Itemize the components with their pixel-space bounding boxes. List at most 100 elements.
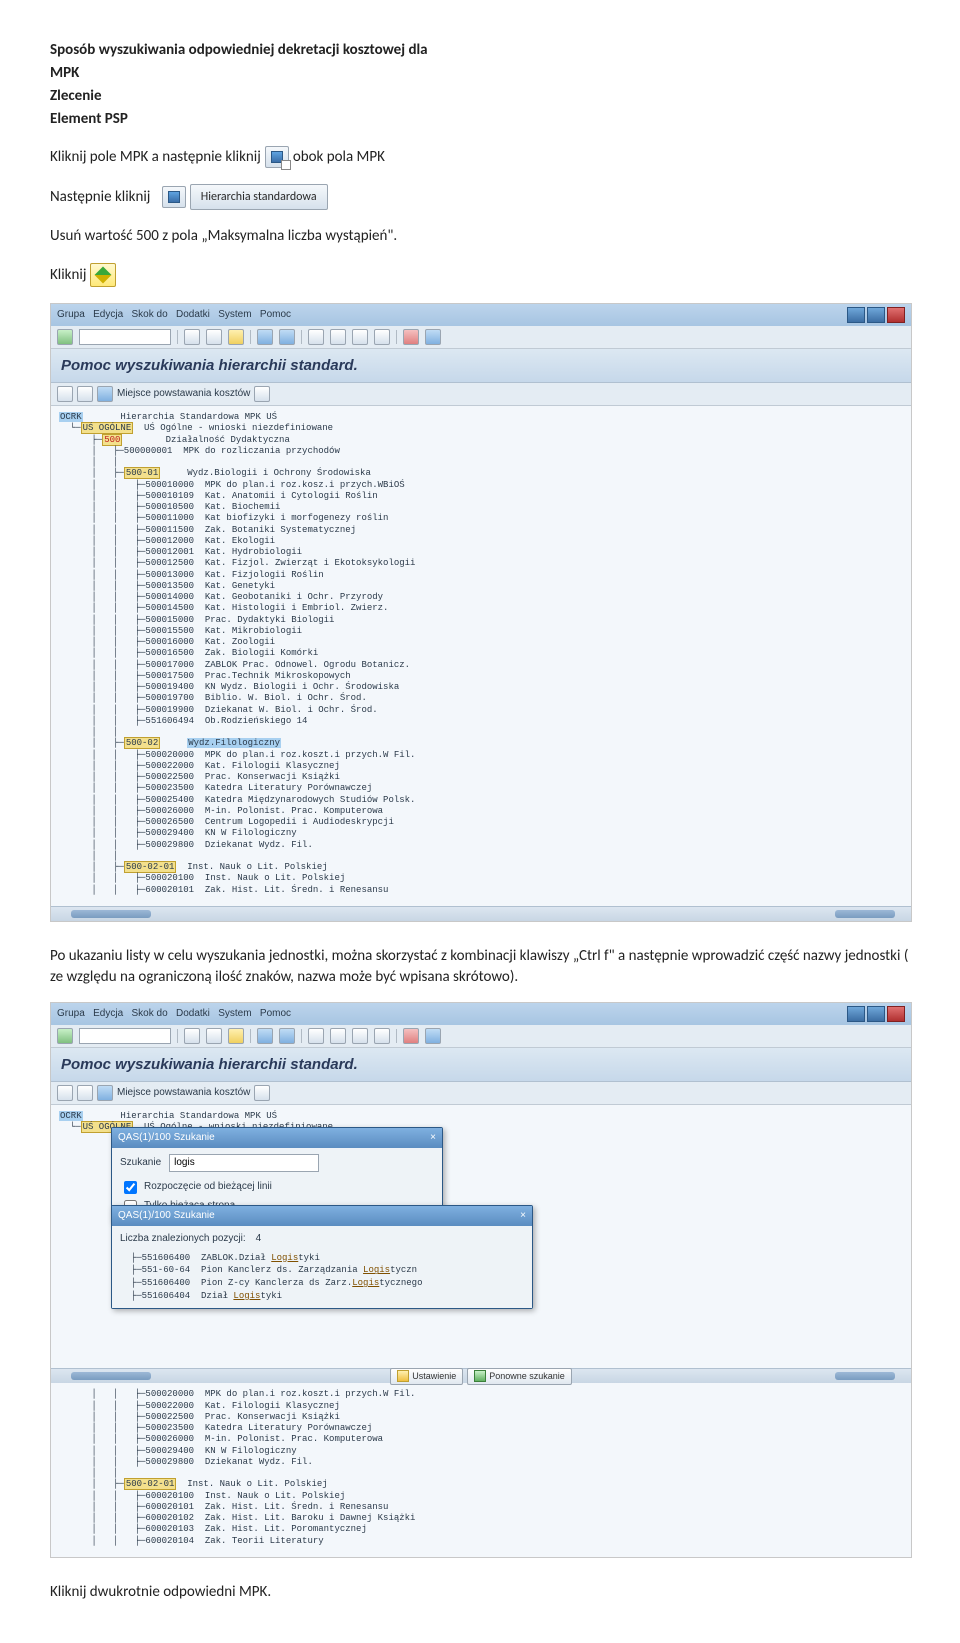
sub-toolbar: Miejsce powstawania kosztów bbox=[51, 383, 911, 406]
tool-first-icon[interactable] bbox=[308, 329, 324, 345]
hierarchy-icon[interactable] bbox=[162, 186, 186, 208]
tree-area: OCRK Hierarchia Standardowa MPK UŚ └─UŚ … bbox=[51, 406, 911, 906]
tool-exit-icon[interactable] bbox=[206, 329, 222, 345]
win-max-icon[interactable] bbox=[867, 1006, 885, 1022]
menu-dodatki[interactable]: Dodatki bbox=[176, 309, 210, 320]
menu-dodatki[interactable]: Dodatki bbox=[176, 1008, 210, 1019]
menu-edycja[interactable]: Edycja bbox=[93, 309, 123, 320]
cmd-field[interactable] bbox=[79, 1028, 171, 1044]
tool-cancel-icon[interactable] bbox=[228, 1028, 244, 1044]
refresh-icon[interactable] bbox=[254, 386, 270, 402]
tool-next-icon[interactable] bbox=[352, 1028, 368, 1044]
sub-tool-icon[interactable] bbox=[57, 1085, 73, 1101]
window-buttons bbox=[847, 1006, 905, 1022]
toolbar-sep bbox=[177, 1029, 178, 1043]
heading-line4: Element PSP bbox=[50, 109, 910, 130]
tool-next-icon[interactable] bbox=[352, 329, 368, 345]
tool-print-icon[interactable] bbox=[257, 329, 273, 345]
tool-ok-icon[interactable] bbox=[57, 329, 73, 345]
instruction-row-1: Kliknij pole MPK a następnie kliknij obo… bbox=[50, 146, 910, 168]
search-results-dialog: QAS(1)/100 Szukanie × Liczba znalezionyc… bbox=[111, 1205, 533, 1309]
win-max-icon[interactable] bbox=[867, 307, 885, 323]
menu-skok[interactable]: Skok do bbox=[132, 1008, 168, 1019]
win-titlebar: Grupa Edycja Skok do Dodatki System Pomo… bbox=[51, 1003, 911, 1025]
setting-button[interactable]: Ustawienie bbox=[390, 1368, 463, 1385]
cmd-field[interactable] bbox=[79, 329, 171, 345]
h-scrollbar[interactable]: Ustawienie Ponowne szukanie bbox=[51, 1368, 911, 1383]
h-scrollbar[interactable] bbox=[51, 906, 911, 921]
sub-tool-icon[interactable] bbox=[97, 386, 113, 402]
tool-cancel-icon[interactable] bbox=[228, 329, 244, 345]
dialog-close-icon[interactable]: × bbox=[520, 1209, 526, 1223]
menu-grupa[interactable]: Grupa bbox=[57, 309, 85, 320]
tool-layout-icon[interactable] bbox=[425, 329, 441, 345]
scroll-thumb[interactable] bbox=[835, 1372, 895, 1380]
search-input[interactable] bbox=[169, 1154, 319, 1172]
execute-icon[interactable] bbox=[90, 263, 116, 287]
main-toolbar bbox=[51, 1025, 911, 1048]
scroll-thumb[interactable] bbox=[835, 910, 895, 918]
scroll-thumb[interactable] bbox=[71, 910, 151, 918]
dialog-title: QAS(1)/100 Szukanie × bbox=[112, 1128, 442, 1148]
win-close-icon[interactable] bbox=[887, 1006, 905, 1022]
toolbar-sep bbox=[177, 330, 178, 344]
found-count-label: Liczba znalezionych pozycji: bbox=[120, 1232, 246, 1246]
menu-pomoc[interactable]: Pomoc bbox=[260, 1008, 291, 1019]
tool-prev-icon[interactable] bbox=[330, 329, 346, 345]
toolbar-sep bbox=[301, 330, 302, 344]
dropdown-icon[interactable] bbox=[265, 146, 289, 168]
win-min-icon[interactable] bbox=[847, 307, 865, 323]
tool-first-icon[interactable] bbox=[308, 1028, 324, 1044]
toolbar-sep bbox=[396, 330, 397, 344]
search-again-button[interactable]: Ponowne szukanie bbox=[467, 1368, 572, 1385]
dialog-close-icon[interactable]: × bbox=[430, 1131, 436, 1145]
found-count-value: 4 bbox=[256, 1232, 262, 1246]
menu-system[interactable]: System bbox=[218, 309, 251, 320]
chk-from-current[interactable]: Rozpoczęcie od bieżącej linii bbox=[120, 1178, 434, 1197]
window-buttons bbox=[847, 307, 905, 323]
tool-help-icon[interactable] bbox=[403, 329, 419, 345]
menu-skok[interactable]: Skok do bbox=[132, 309, 168, 320]
win-min-icon[interactable] bbox=[847, 1006, 865, 1022]
search-label: Szukanie bbox=[120, 1156, 161, 1170]
tool-last-icon[interactable] bbox=[374, 1028, 390, 1044]
text-next-click: Następnie kliknij bbox=[50, 187, 150, 208]
menu-edycja[interactable]: Edycja bbox=[93, 1008, 123, 1019]
menu-grupa[interactable]: Grupa bbox=[57, 1008, 85, 1019]
hierarchy-button[interactable]: Hierarchia standardowa bbox=[190, 184, 328, 210]
sub-tool-icon[interactable] bbox=[77, 1085, 93, 1101]
win-close-icon[interactable] bbox=[887, 307, 905, 323]
tool-print-icon[interactable] bbox=[257, 1028, 273, 1044]
sub-label: Miejsce powstawania kosztów bbox=[117, 1086, 250, 1100]
toolbar-sep bbox=[396, 1029, 397, 1043]
toolbar-sep bbox=[301, 1029, 302, 1043]
dialog-title: QAS(1)/100 Szukanie × bbox=[112, 1206, 532, 1226]
result-list: ├─551606400 ZABLOK.Dział Logistyki ├─551… bbox=[120, 1252, 524, 1302]
text-before-icon: Kliknij pole MPK a następnie kliknij bbox=[50, 147, 261, 168]
refresh-icon[interactable] bbox=[254, 1085, 270, 1101]
menu-system[interactable]: System bbox=[218, 1008, 251, 1019]
sub-tool-icon[interactable] bbox=[77, 386, 93, 402]
tool-exit-icon[interactable] bbox=[206, 1028, 222, 1044]
text-click: Kliknij bbox=[50, 265, 86, 286]
tool-last-icon[interactable] bbox=[374, 329, 390, 345]
tool-find-icon[interactable] bbox=[279, 329, 295, 345]
sub-tool-icon[interactable] bbox=[57, 386, 73, 402]
scroll-thumb[interactable] bbox=[71, 1372, 151, 1380]
tool-back-icon[interactable] bbox=[184, 329, 200, 345]
tool-find-icon[interactable] bbox=[279, 1028, 295, 1044]
tree-area-bottom: │ │ ├─500020000 MPK do plan.i roz.koszt.… bbox=[51, 1383, 911, 1557]
tool-prev-icon[interactable] bbox=[330, 1028, 346, 1044]
instruction-ctrl-f: Po ukazaniu listy w celu wyszukania jedn… bbox=[50, 946, 910, 988]
page-title: Pomoc wyszukiwania hierarchii standard. bbox=[51, 1048, 911, 1082]
menu-row: Grupa Edycja Skok do Dodatki System Pomo… bbox=[57, 308, 291, 322]
tool-back-icon[interactable] bbox=[184, 1028, 200, 1044]
sub-tool-icon[interactable] bbox=[97, 1085, 113, 1101]
tool-help-icon[interactable] bbox=[403, 1028, 419, 1044]
tool-layout-icon[interactable] bbox=[425, 1028, 441, 1044]
menu-pomoc[interactable]: Pomoc bbox=[260, 309, 291, 320]
heading-line3: Zlecenie bbox=[50, 86, 910, 107]
instruction-dblclick: Kliknij dwukrotnie odpowiedni MPK. bbox=[50, 1582, 910, 1603]
sub-toolbar: Miejsce powstawania kosztów bbox=[51, 1082, 911, 1105]
tool-ok-icon[interactable] bbox=[57, 1028, 73, 1044]
